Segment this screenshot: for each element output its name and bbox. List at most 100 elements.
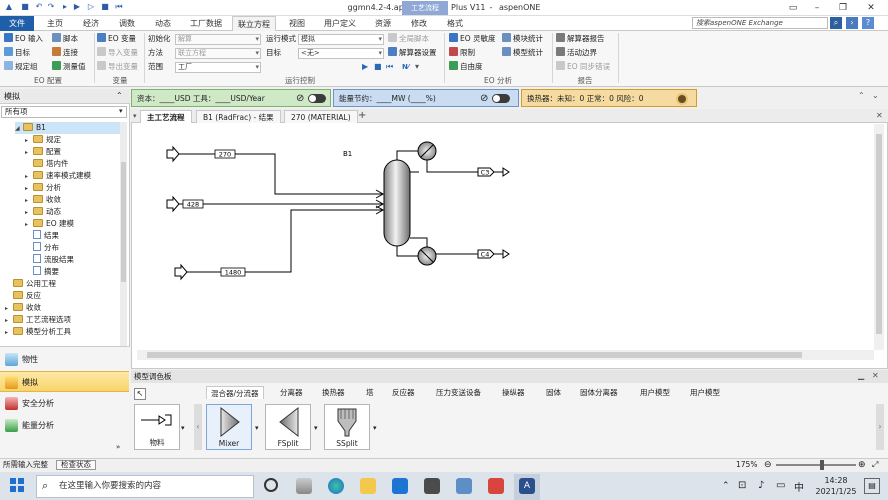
- chevron-down-icon[interactable]: ▾: [119, 107, 123, 115]
- export-variables-button[interactable]: 导出变量: [97, 61, 138, 73]
- tree-item-convergence[interactable]: ▸ 收敛: [25, 194, 61, 206]
- chevron-down-icon[interactable]: ▾: [181, 424, 185, 432]
- heat-exchanger-panel[interactable]: 换热器：未知：0 正常：0 风险：0: [521, 89, 697, 107]
- energy-saving-panel[interactable]: 能量节约：____MW (____%) ⊘: [333, 89, 519, 107]
- tab-dynamics[interactable]: 动态: [148, 16, 178, 31]
- notifications-icon[interactable]: ▤: [864, 478, 880, 494]
- forward-icon[interactable]: ›: [846, 17, 858, 29]
- check-status-button[interactable]: 检查状态: [56, 460, 96, 470]
- connect-button[interactable]: 连接: [52, 47, 78, 59]
- network-icon[interactable]: ⊡: [738, 480, 746, 491]
- target-select[interactable]: <无>: [298, 48, 384, 59]
- collapse-icon[interactable]: ⌃: [116, 91, 123, 100]
- energy-cost-panel[interactable]: 资本：____USD 工具：____USD/Year ⊘: [131, 89, 331, 107]
- limits-button[interactable]: 限制: [449, 47, 475, 59]
- palette-tab-reactors[interactable]: 反应器: [392, 386, 415, 399]
- palette-tab-user-models[interactable]: 用户模型: [640, 386, 670, 399]
- tree-item-flowsheet-options[interactable]: ▸ 工艺流程选项: [5, 314, 71, 326]
- toggle-switch[interactable]: [308, 94, 326, 103]
- flowsheet-canvas[interactable]: 270 428 1480 B1 C3 C4: [137, 124, 874, 350]
- ribbon-toggle-icon[interactable]: ▭: [786, 2, 800, 14]
- method-select[interactable]: 联立方程: [175, 48, 261, 59]
- close-icon[interactable]: ✕: [864, 2, 878, 14]
- tab-modify[interactable]: 修改: [404, 16, 434, 31]
- eo-input-button[interactable]: EO 输入: [4, 33, 43, 45]
- fit-icon[interactable]: ⤢: [872, 459, 878, 471]
- init-select[interactable]: 解算: [175, 34, 261, 45]
- palette-tab-solid-separators[interactable]: 固体分离器: [580, 386, 618, 399]
- tray-overflow-icon[interactable]: ⌃: [722, 481, 730, 491]
- palette-tab-solids[interactable]: 固体: [546, 386, 561, 399]
- nav-filter-select[interactable]: 所有项: [1, 106, 127, 118]
- measurement-button[interactable]: 测量值: [52, 61, 86, 73]
- tree-item-analysis[interactable]: ▸ 分析: [25, 182, 61, 194]
- tree-item-profiles[interactable]: 分布: [25, 242, 59, 254]
- eo-sensitivity-button[interactable]: EO 灵敏度: [449, 33, 496, 45]
- nav-simulation-button[interactable]: 模拟: [0, 371, 129, 392]
- tree-item-summary[interactable]: 摘要: [25, 266, 59, 278]
- pin-icon[interactable]: ⌄: [872, 91, 879, 100]
- tree-item-rate-based[interactable]: ▸ 速率模式建模: [25, 170, 91, 182]
- stop-icon[interactable]: ■: [374, 61, 382, 73]
- dof-button[interactable]: 自由度: [449, 61, 483, 73]
- tree-item-results[interactable]: 结果: [25, 230, 59, 242]
- minimize-icon[interactable]: –: [810, 2, 824, 14]
- tab-customize[interactable]: 用户定义: [318, 16, 362, 31]
- taskbar-search-input[interactable]: 在这里输入你要搜索的内容: [36, 475, 254, 498]
- palette-tab-user-models-2[interactable]: 用户模型: [690, 386, 720, 399]
- palette-tab-mixers[interactable]: 混合器/分流器: [206, 386, 264, 399]
- palette-tab-separators[interactable]: 分离器: [280, 386, 303, 399]
- canvas-vscrollbar[interactable]: [874, 124, 884, 350]
- chevron-down-icon[interactable]: ▾: [255, 424, 259, 432]
- tree-item-eo-modeling[interactable]: ▸ EO 建模: [25, 218, 74, 230]
- tab-b1-results[interactable]: B1 (RadFrac) - 结果: [196, 110, 281, 123]
- palette-tab-columns[interactable]: 塔: [366, 386, 374, 399]
- chevron-down-icon[interactable]: ▾: [373, 424, 377, 432]
- exchange-search-input[interactable]: 搜索aspenONE Exchange: [692, 17, 828, 29]
- collapse-icon[interactable]: ⌃: [858, 91, 865, 100]
- flowsheet-diagram[interactable]: 270 428 1480 B1 C3 C4: [137, 124, 874, 350]
- battery-icon[interactable]: ▭: [776, 480, 785, 491]
- block-stats-button[interactable]: 模块统计: [502, 33, 543, 45]
- scroll-left-icon[interactable]: ‹: [194, 404, 202, 450]
- more-icon[interactable]: »: [116, 443, 120, 451]
- minimize-palette-icon[interactable]: ▁: [858, 371, 864, 380]
- task-manager-icon[interactable]: [296, 478, 312, 494]
- context-tab[interactable]: 工艺流程: [402, 1, 448, 15]
- nav-scrollbar[interactable]: [120, 122, 127, 346]
- nav-energy-button[interactable]: 能量分析: [0, 415, 129, 436]
- close-tab-icon[interactable]: ✕: [876, 111, 883, 120]
- tab-view[interactable]: 视图: [282, 16, 312, 31]
- windows-start-icon[interactable]: [10, 478, 24, 492]
- task-view-icon[interactable]: [264, 478, 278, 492]
- global-script-button[interactable]: 全局脚本: [388, 33, 429, 45]
- toggle-switch[interactable]: [492, 94, 510, 103]
- tab-resources[interactable]: 资源: [368, 16, 398, 31]
- nv-icon[interactable]: N⁄: [402, 61, 409, 73]
- import-variables-button[interactable]: 导入变量: [97, 47, 138, 59]
- reset-icon[interactable]: ⏮: [386, 61, 393, 73]
- tree-item-b1[interactable]: ◢ B1: [15, 122, 125, 134]
- zoom-in-icon[interactable]: ⊕: [858, 459, 866, 471]
- pointer-tool-icon[interactable]: ↖: [134, 388, 146, 400]
- solver-report-button[interactable]: 解算器报告: [556, 33, 605, 45]
- edge-browser-icon[interactable]: [328, 478, 344, 494]
- tab-menu-icon[interactable]: ▾: [133, 112, 137, 120]
- app-red-icon[interactable]: [488, 478, 504, 494]
- tree-item-dynamics[interactable]: ▸ 动态: [25, 206, 61, 218]
- tab-plant-data[interactable]: 工厂数据: [184, 16, 228, 31]
- tree-item-convergence-root[interactable]: ▸ 收敛: [5, 302, 41, 314]
- objective-button[interactable]: 目标: [4, 47, 30, 59]
- spec-group-button[interactable]: 规定组: [4, 61, 38, 73]
- nav-properties-button[interactable]: 物性: [0, 349, 129, 370]
- clock[interactable]: 14:28 2021/1/25: [814, 475, 858, 497]
- run-icon[interactable]: ▶: [362, 61, 368, 73]
- scroll-right-icon[interactable]: ›: [876, 404, 884, 450]
- tree-item-utilities[interactable]: 公用工程: [5, 278, 56, 290]
- column-b1[interactable]: [383, 159, 411, 247]
- palette-tab-exchangers[interactable]: 换热器: [322, 386, 345, 399]
- tab-home[interactable]: 主页: [40, 16, 70, 31]
- palette-material-stream[interactable]: 物料: [134, 404, 180, 450]
- palette-fsplit[interactable]: FSplit: [265, 404, 311, 450]
- zoom-slider[interactable]: [776, 464, 856, 466]
